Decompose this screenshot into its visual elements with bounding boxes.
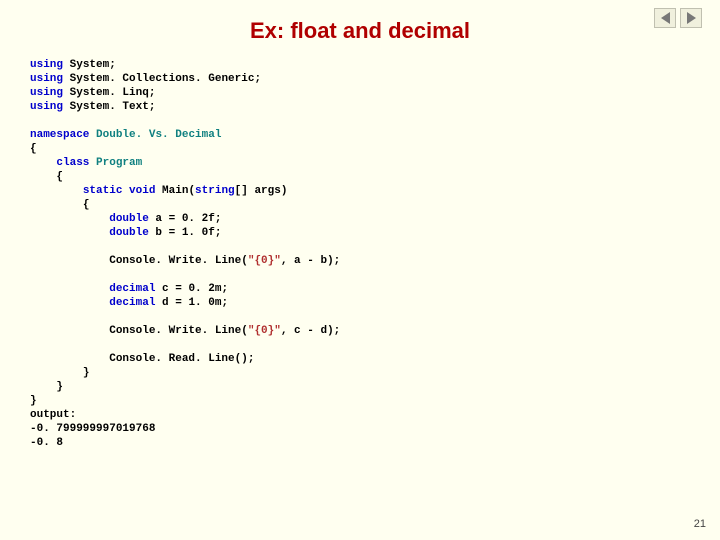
kw: static bbox=[83, 185, 123, 197]
str: "{0}" bbox=[248, 255, 281, 267]
brace: } bbox=[83, 367, 90, 379]
kw: void bbox=[129, 185, 155, 197]
output-label: output: bbox=[30, 409, 76, 421]
txt: System; bbox=[63, 59, 116, 71]
kw: string bbox=[195, 185, 235, 197]
code-block: using System; using System. Collections.… bbox=[30, 58, 340, 450]
txt: [] args) bbox=[235, 185, 288, 197]
brace: } bbox=[30, 395, 37, 407]
prev-button[interactable] bbox=[654, 8, 676, 28]
arrow-right-icon bbox=[687, 12, 696, 24]
kw: decimal bbox=[109, 283, 155, 295]
txt: , a - b); bbox=[281, 255, 340, 267]
txt: Console. Read. Line(); bbox=[109, 353, 254, 365]
txt: Console. Write. Line( bbox=[109, 255, 248, 267]
slide: Ex: float and decimal using System; usin… bbox=[0, 0, 720, 540]
brace: { bbox=[56, 171, 63, 183]
slide-title: Ex: float and decimal bbox=[0, 18, 720, 44]
txt: b = 1. 0f; bbox=[149, 227, 222, 239]
kw: double bbox=[109, 227, 149, 239]
kw: using bbox=[30, 59, 63, 71]
brace: { bbox=[83, 199, 90, 211]
type: Double. Vs. Decimal bbox=[96, 129, 221, 141]
output-line: -0. 799999997019768 bbox=[30, 423, 155, 435]
str: "{0}" bbox=[248, 325, 281, 337]
kw: using bbox=[30, 73, 63, 85]
arrow-left-icon bbox=[661, 12, 670, 24]
kw: class bbox=[56, 157, 89, 169]
txt: System. Text; bbox=[63, 101, 155, 113]
type: Program bbox=[96, 157, 142, 169]
txt: System. Collections. Generic; bbox=[63, 73, 261, 85]
txt: c = 0. 2m; bbox=[155, 283, 228, 295]
txt: a = 0. 2f; bbox=[149, 213, 222, 225]
txt: Main( bbox=[155, 185, 195, 197]
next-button[interactable] bbox=[680, 8, 702, 28]
txt: d = 1. 0m; bbox=[155, 297, 228, 309]
txt: , c - d); bbox=[281, 325, 340, 337]
txt: Console. Write. Line( bbox=[109, 325, 248, 337]
kw: double bbox=[109, 213, 149, 225]
brace: { bbox=[30, 143, 37, 155]
kw: using bbox=[30, 87, 63, 99]
kw: namespace bbox=[30, 129, 89, 141]
brace: } bbox=[56, 381, 63, 393]
kw: using bbox=[30, 101, 63, 113]
nav-controls bbox=[654, 8, 702, 28]
txt: System. Linq; bbox=[63, 87, 155, 99]
output-line: -0. 8 bbox=[30, 437, 63, 449]
page-number: 21 bbox=[694, 518, 706, 530]
kw: decimal bbox=[109, 297, 155, 309]
